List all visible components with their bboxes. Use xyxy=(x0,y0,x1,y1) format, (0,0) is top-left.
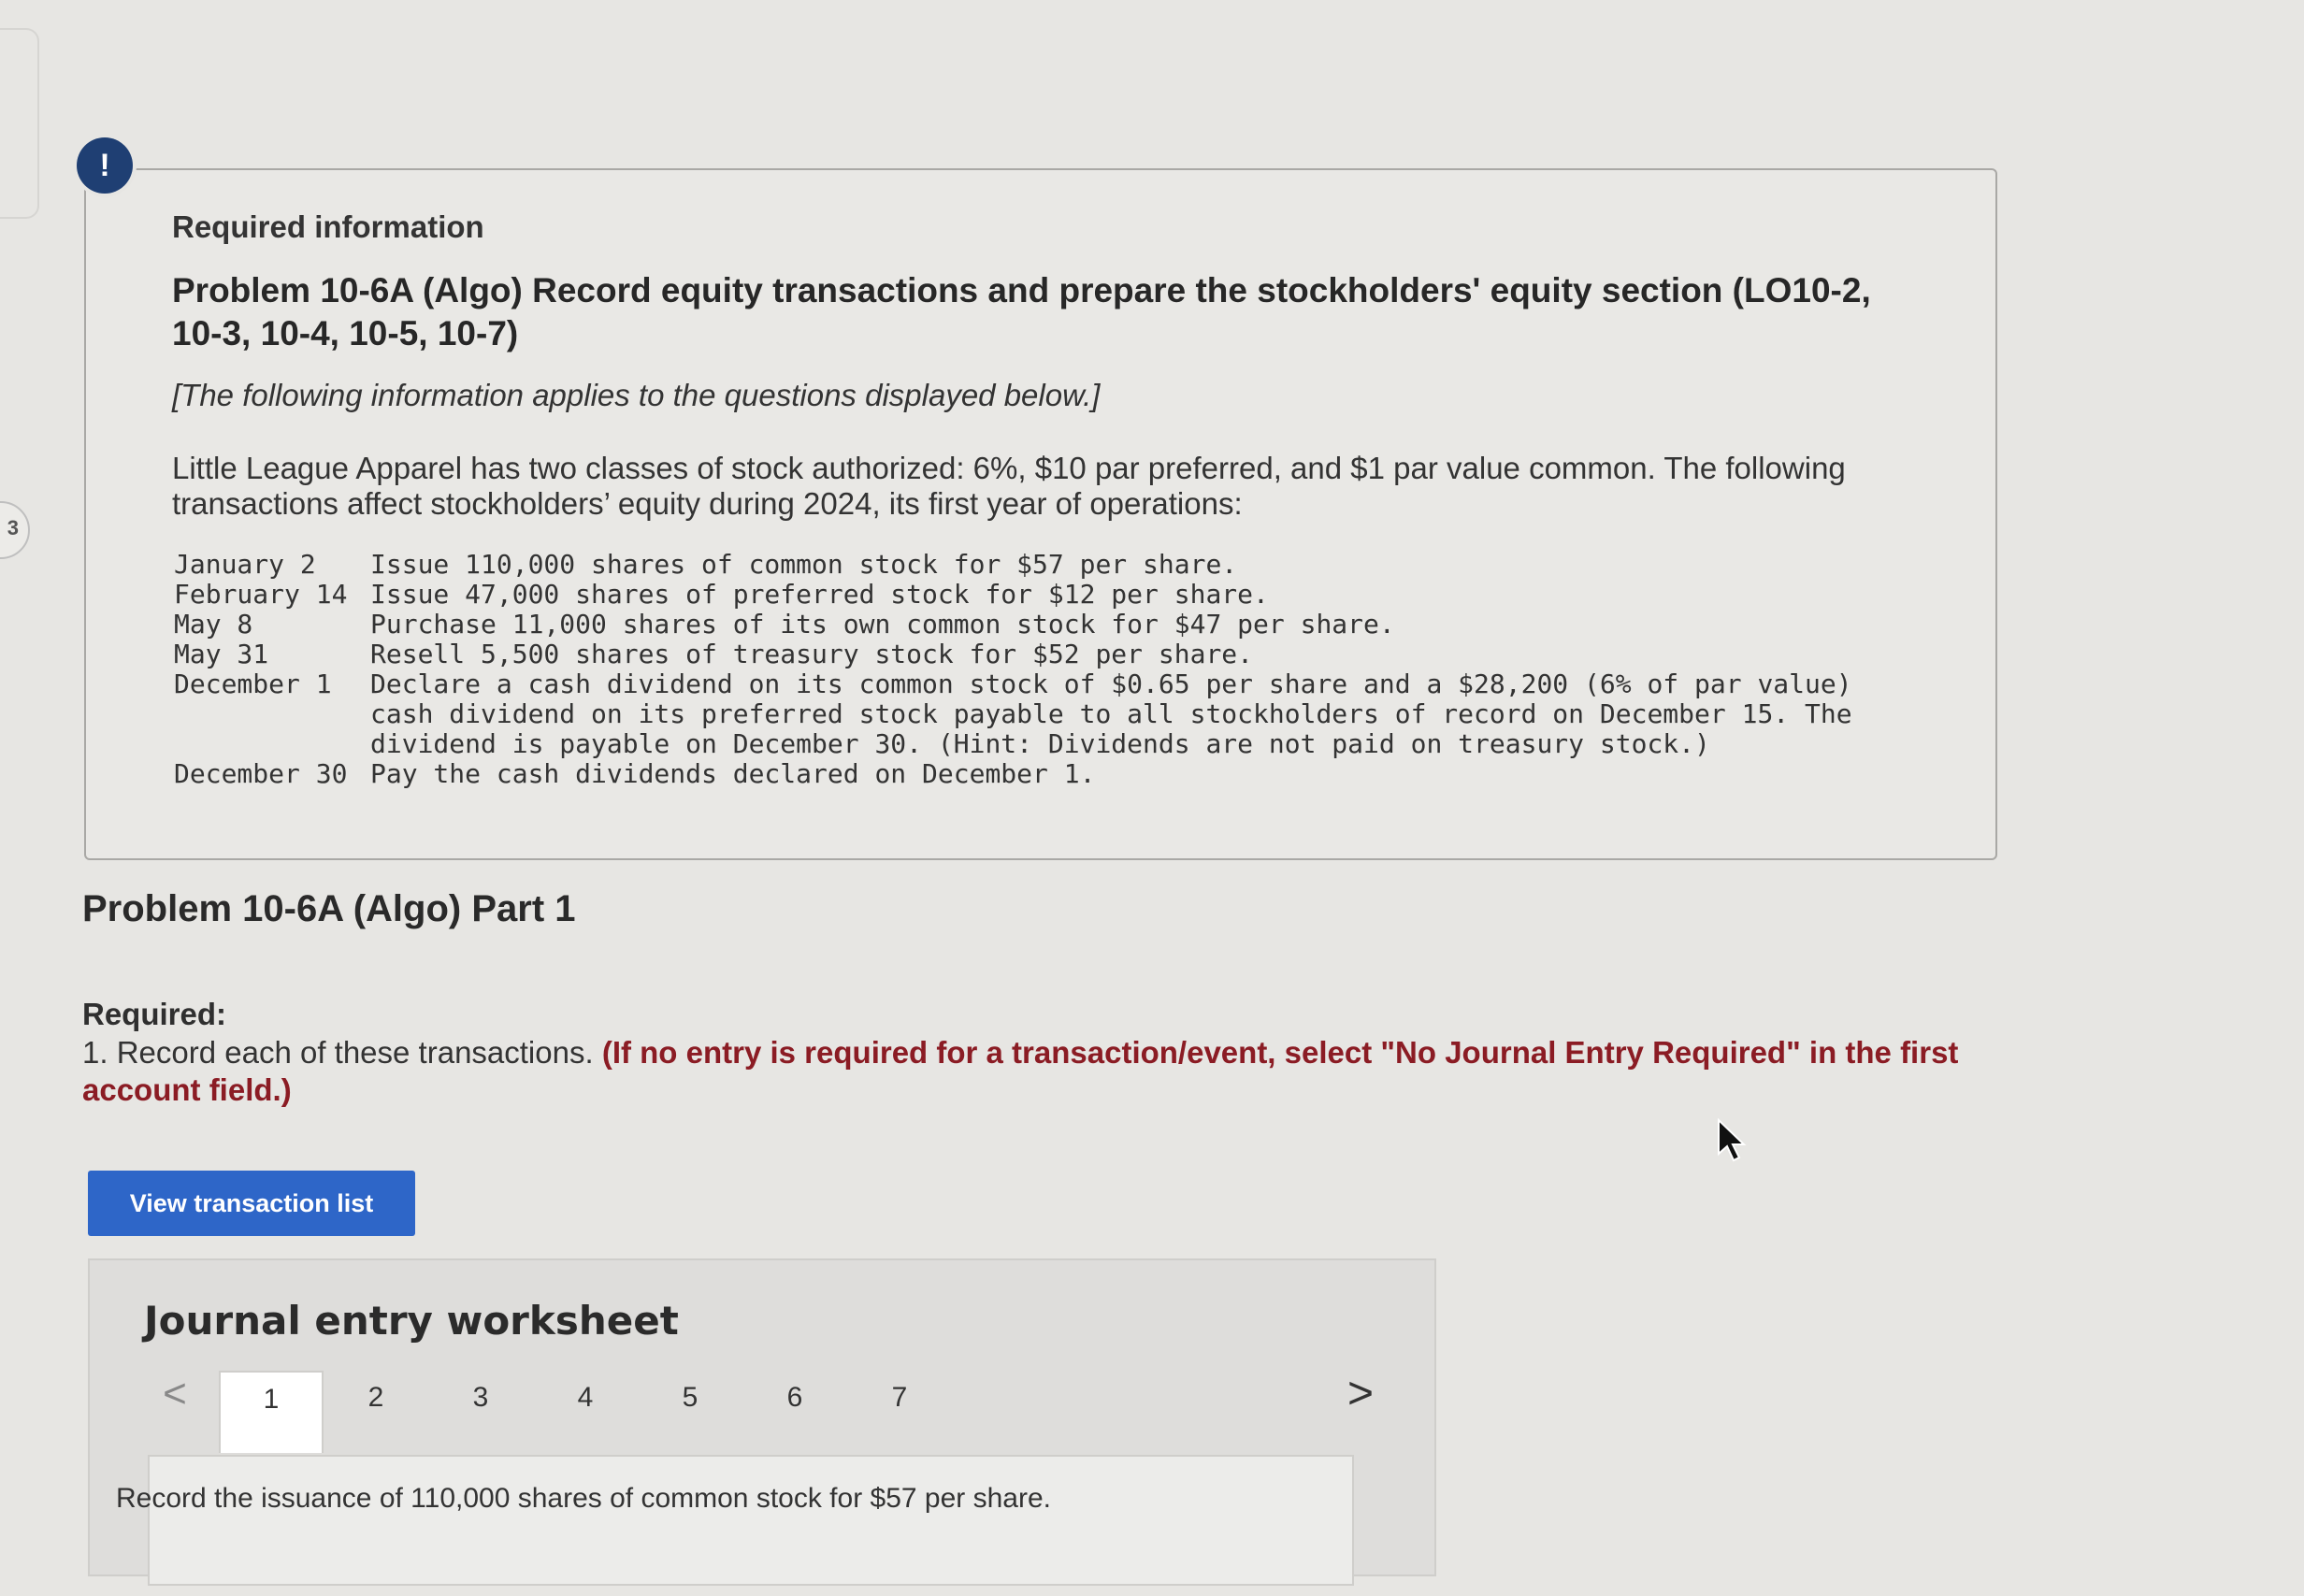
journal-entry-worksheet: Journal entry worksheet < 1 2 3 4 5 6 7 … xyxy=(88,1258,1436,1586)
tab-7[interactable]: 7 xyxy=(847,1371,952,1453)
tab-1[interactable]: 1 xyxy=(219,1371,324,1453)
transaction-text: Issue 47,000 shares of preferred stock f… xyxy=(370,579,1269,610)
part-title: Problem 10-6A (Algo) Part 1 xyxy=(82,888,576,929)
tab-3[interactable]: 3 xyxy=(428,1371,533,1453)
transaction-row: January 2 Issue 110,000 shares of common… xyxy=(174,550,1885,580)
chevron-left-icon[interactable]: < xyxy=(151,1371,198,1417)
transaction-row: February 14 Issue 47,000 shares of prefe… xyxy=(174,580,1885,610)
chevron-right-icon[interactable]: > xyxy=(1337,1371,1384,1417)
transaction-date: May 8 xyxy=(174,609,253,640)
worksheet-instruction: Record the issuance of 110,000 shares of… xyxy=(116,1483,1051,1514)
transaction-row: December 1 Declare a cash dividend on it… xyxy=(174,669,1885,759)
alert-icon: ! xyxy=(77,137,133,194)
worksheet-panel xyxy=(148,1455,1354,1586)
problem-description: Little League Apparel has two classes of… xyxy=(172,451,1846,521)
required-instructions: 1. Record each of these transactions. (I… xyxy=(82,1034,1990,1109)
transaction-row: December 30 Pay the cash dividends decla… xyxy=(174,759,1885,789)
tab-4[interactable]: 4 xyxy=(533,1371,638,1453)
info-note: [The following information applies to th… xyxy=(172,378,1101,412)
transactions-list: January 2 Issue 110,000 shares of common… xyxy=(174,550,1885,789)
transaction-date: December 1 xyxy=(174,669,332,699)
left-edge-panel xyxy=(0,28,39,219)
required-information-heading: Required information xyxy=(172,209,484,244)
view-transaction-list-button[interactable]: View transaction list xyxy=(88,1171,415,1236)
transaction-text: Pay the cash dividends declared on Decem… xyxy=(370,758,1096,789)
tab-6[interactable]: 6 xyxy=(742,1371,847,1453)
question-number: 3 xyxy=(7,516,19,539)
tab-2[interactable]: 2 xyxy=(324,1371,428,1453)
transaction-text: Declare a cash dividend on its common st… xyxy=(370,669,1852,759)
mouse-cursor-icon xyxy=(1718,1118,1747,1162)
transaction-text: Resell 5,500 shares of treasury stock fo… xyxy=(370,639,1254,669)
question-number-marker[interactable]: 3 xyxy=(0,501,30,559)
transaction-date: January 2 xyxy=(174,549,316,580)
worksheet-tabs: 1 2 3 4 5 6 7 xyxy=(219,1371,952,1453)
transaction-date: May 31 xyxy=(174,639,269,669)
problem-title: Problem 10-6A (Algo) Record equity trans… xyxy=(172,271,1871,352)
worksheet-title: Journal entry worksheet xyxy=(144,1298,679,1344)
required-text: 1. Record each of these transactions. xyxy=(82,1035,594,1070)
transaction-date: February 14 xyxy=(174,579,348,610)
required-label: Required: xyxy=(82,997,227,1031)
tab-5[interactable]: 5 xyxy=(638,1371,742,1453)
transaction-text: Issue 110,000 shares of common stock for… xyxy=(370,549,1238,580)
transaction-text: Purchase 11,000 shares of its own common… xyxy=(370,609,1395,640)
transaction-row: May 8 Purchase 11,000 shares of its own … xyxy=(174,610,1885,640)
transaction-row: May 31 Resell 5,500 shares of treasury s… xyxy=(174,640,1885,669)
transaction-date: December 30 xyxy=(174,758,348,789)
